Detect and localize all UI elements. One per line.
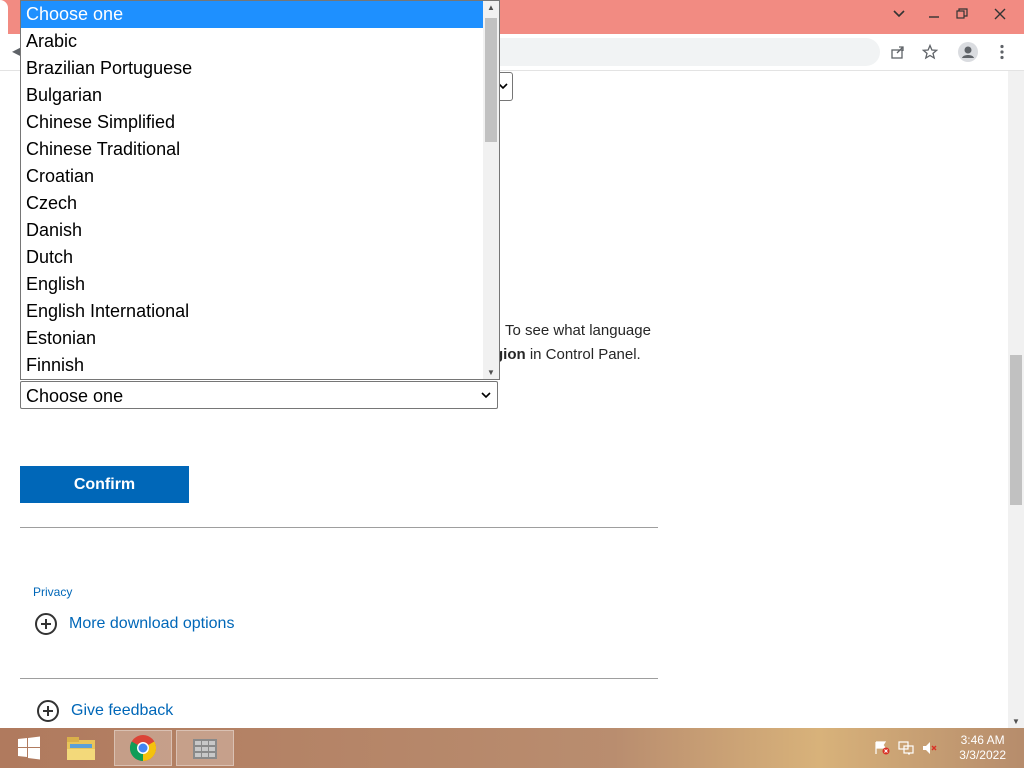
scroll-up-arrow-icon[interactable]: ▲	[487, 3, 495, 12]
file-explorer-icon[interactable]	[52, 730, 110, 766]
more-download-options-link[interactable]: More download options	[35, 613, 234, 635]
chrome-icon[interactable]	[114, 730, 172, 766]
scroll-down-arrow-icon[interactable]: ▼	[487, 368, 495, 377]
give-feedback-label: Give feedback	[71, 702, 174, 719]
dropdown-option[interactable]: Dutch	[21, 244, 499, 271]
system-clock[interactable]: 3:46 AM 3/3/2022	[959, 733, 1006, 763]
dropdown-option[interactable]: Chinese Traditional	[21, 136, 499, 163]
language-select[interactable]: Choose one	[20, 381, 498, 409]
language-dropdown-list[interactable]: Choose one Arabic Brazilian Portuguese Bulg…	[20, 0, 500, 380]
dropdown-option[interactable]: Bulgarian	[21, 82, 499, 109]
chevron-down-icon	[481, 388, 491, 402]
divider	[20, 678, 658, 679]
dropdown-option[interactable]: English	[21, 271, 499, 298]
close-icon[interactable]	[984, 0, 1016, 28]
active-tab-edge[interactable]	[0, 0, 8, 34]
address-bar[interactable]	[480, 38, 880, 66]
info-text-rest: in Control Panel.	[525, 346, 641, 363]
start-icon[interactable]	[0, 730, 58, 766]
app-icon[interactable]	[176, 730, 234, 766]
share-icon[interactable]	[888, 42, 908, 62]
windows-taskbar: 3:46 AM 3/3/2022	[0, 728, 1024, 768]
dropdown-options: Choose one Arabic Brazilian Portuguese Bulg…	[21, 1, 499, 379]
profile-icon[interactable]	[958, 42, 978, 62]
dropdown-option[interactable]: Estonian	[21, 325, 499, 352]
dropdown-option[interactable]: Brazilian Portuguese	[21, 55, 499, 82]
dropdown-option[interactable]: Chinese Simplified	[21, 109, 499, 136]
plus-circle-icon	[37, 700, 59, 722]
clock-time: 3:46 AM	[960, 733, 1005, 747]
scroll-down-arrow-icon[interactable]: ▼	[1012, 717, 1020, 726]
star-icon[interactable]	[920, 42, 940, 62]
privacy-link[interactable]: Privacy	[33, 585, 72, 599]
plus-circle-icon	[35, 613, 57, 635]
dropdown-option[interactable]: English International	[21, 298, 499, 325]
language-select-value: Choose one	[26, 386, 124, 406]
dropdown-option[interactable]: Arabic	[21, 28, 499, 55]
network-icon[interactable]	[898, 741, 914, 755]
dropdown-option[interactable]: Czech	[21, 190, 499, 217]
action-center-flag-icon[interactable]	[874, 741, 890, 755]
restore-icon[interactable]	[946, 0, 978, 28]
info-text-line1: To see what language	[505, 322, 651, 339]
dropdown-option[interactable]: Finnish	[21, 352, 499, 379]
clock-date: 3/3/2022	[959, 748, 1006, 762]
divider	[20, 527, 658, 528]
page-scrollbar[interactable]: ▼	[1008, 71, 1024, 728]
chevron-down-icon[interactable]	[883, 0, 915, 28]
dropdown-scrollbar-thumb[interactable]	[485, 18, 497, 142]
page-scrollbar-thumb[interactable]	[1010, 355, 1022, 505]
confirm-button[interactable]: Confirm	[20, 466, 189, 503]
give-feedback-link[interactable]: Give feedback	[37, 700, 173, 722]
dropdown-option[interactable]: Choose one	[21, 1, 499, 28]
info-text-line2: gion in Control Panel.	[494, 343, 641, 367]
kebab-menu-icon[interactable]	[992, 42, 1012, 62]
dropdown-option[interactable]: Danish	[21, 217, 499, 244]
dropdown-scrollbar[interactable]: ▲ ▼	[483, 1, 499, 379]
speaker-muted-icon[interactable]	[922, 741, 938, 755]
more-download-options-label: More download options	[69, 615, 235, 632]
dropdown-option[interactable]: Croatian	[21, 163, 499, 190]
